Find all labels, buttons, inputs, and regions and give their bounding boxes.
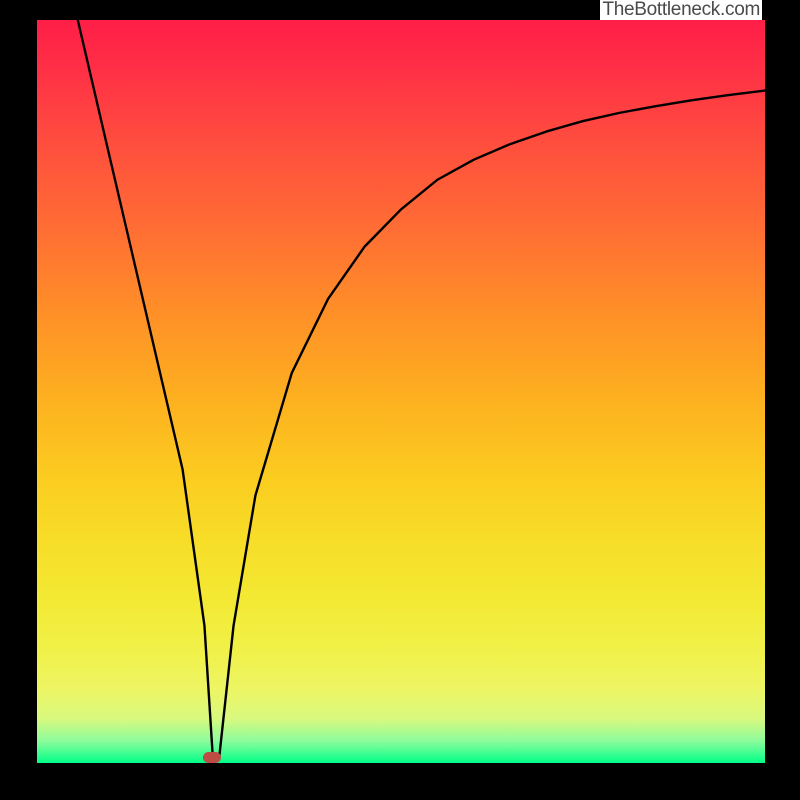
curve-path	[78, 20, 765, 763]
chart-canvas: TheBottleneck.com	[0, 0, 800, 800]
frame-right	[765, 0, 800, 800]
attribution-label: TheBottleneck.com	[600, 0, 762, 20]
optimal-point-marker	[203, 752, 221, 763]
frame-left	[0, 0, 37, 800]
chart-curve	[37, 20, 765, 763]
frame-bottom	[0, 763, 800, 800]
